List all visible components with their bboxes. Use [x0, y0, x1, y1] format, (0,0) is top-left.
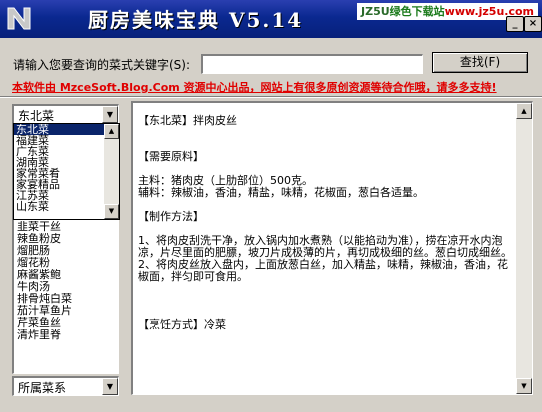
watermark-site: JZ5U — [361, 5, 390, 18]
recipe-list-item[interactable]: 茄汁草鱼片 — [14, 305, 118, 317]
recipe-list-item[interactable]: 麻酱紫鲍 — [14, 269, 118, 281]
app-logo-icon — [7, 7, 31, 30]
scroll-down-icon[interactable]: ▼ — [104, 204, 119, 219]
scroll-down-icon[interactable]: ▼ — [516, 378, 532, 394]
scroll-up-icon[interactable]: ▲ — [104, 124, 119, 139]
recipe-heading: 【东北菜】拌肉皮丝 — [138, 114, 237, 127]
seasonings: 辅料：辣椒油，香油，精盐，味精，花椒面，葱白各适量。 — [138, 186, 424, 199]
category-select-value: 东北菜 — [18, 109, 55, 123]
recipe-list-item[interactable]: 排骨炖白菜 — [14, 293, 118, 305]
recipe-detail[interactable]: 【东北菜】拌肉皮丝 【需要原料】 主料：猪肉皮（上肋部位）500克。 辅料：辣椒… — [131, 101, 533, 395]
app-title: 厨房美味宝典 V5.14 — [88, 8, 304, 32]
category-select[interactable]: 东北菜 ▼ — [12, 104, 119, 124]
title-bar: 厨房美味宝典 V5.14 JZ5U绿色下载站www.jz5u.com _ × — [0, 0, 542, 38]
search-label: 请输入您要查询的菜式关键字(S): — [13, 58, 191, 72]
recipe-list-item[interactable]: 辣鱼粉皮 — [14, 233, 118, 245]
scroll-up-icon[interactable]: ▲ — [516, 103, 532, 119]
cooking-style: 【烹饪方式】冷菜 — [138, 318, 226, 331]
search-input[interactable] — [201, 54, 423, 74]
method-step: 1、将肉皮刮洗干净，放入锅内加水煮熟（以能掐动为准），捞在凉开水内泡凉，片尽里面… — [138, 234, 512, 259]
recipe-list-item[interactable]: 韭菜干丝 — [14, 221, 118, 233]
ingredients-title: 【需要原料】 — [138, 150, 204, 163]
recipe-list-item[interactable]: 熘肥肠 — [14, 245, 118, 257]
recipe-list-item[interactable]: 清炸里脊 — [14, 329, 118, 341]
recipe-list-item[interactable]: 熘花粉 — [14, 257, 118, 269]
dropdown-scrollbar[interactable]: ▲ ▼ — [104, 124, 119, 219]
content-scrollbar[interactable]: ▲ ▼ — [516, 103, 532, 394]
minimize-button[interactable]: _ — [506, 16, 524, 32]
recipe-list-item[interactable]: 牛肉汤 — [14, 281, 118, 293]
method-step: 2、将肉皮丝放入盘内，上面放葱白丝，加入精盐，味精，辣椒油，香油，花椒面，拌匀即… — [138, 258, 508, 283]
watermark-name: 绿色下载站 — [389, 5, 445, 18]
close-button[interactable]: × — [524, 16, 542, 32]
sort-select-value: 所属菜系 — [18, 381, 67, 395]
chevron-down-icon[interactable]: ▼ — [102, 106, 118, 123]
chevron-down-icon[interactable]: ▼ — [102, 378, 118, 395]
divider — [0, 96, 542, 98]
category-dropdown[interactable]: 东北菜 福建菜 广东菜 湖南菜 家常菜肴 家宴精品 江苏菜 山东菜 ▲ ▼ — [13, 123, 120, 220]
notice-link[interactable]: 本软件由 MzceSoft.Blog.Com 资源中心出品，网站上有很多原创资源… — [12, 79, 497, 95]
sort-select[interactable]: 所属菜系 ▼ — [12, 376, 119, 396]
dropdown-option[interactable]: 山东菜 — [14, 201, 106, 212]
method-title: 【制作方法】 — [138, 210, 204, 223]
search-button[interactable]: 查找(F) — [432, 52, 528, 73]
recipe-list-item[interactable]: 芹菜鱼丝 — [14, 317, 118, 329]
